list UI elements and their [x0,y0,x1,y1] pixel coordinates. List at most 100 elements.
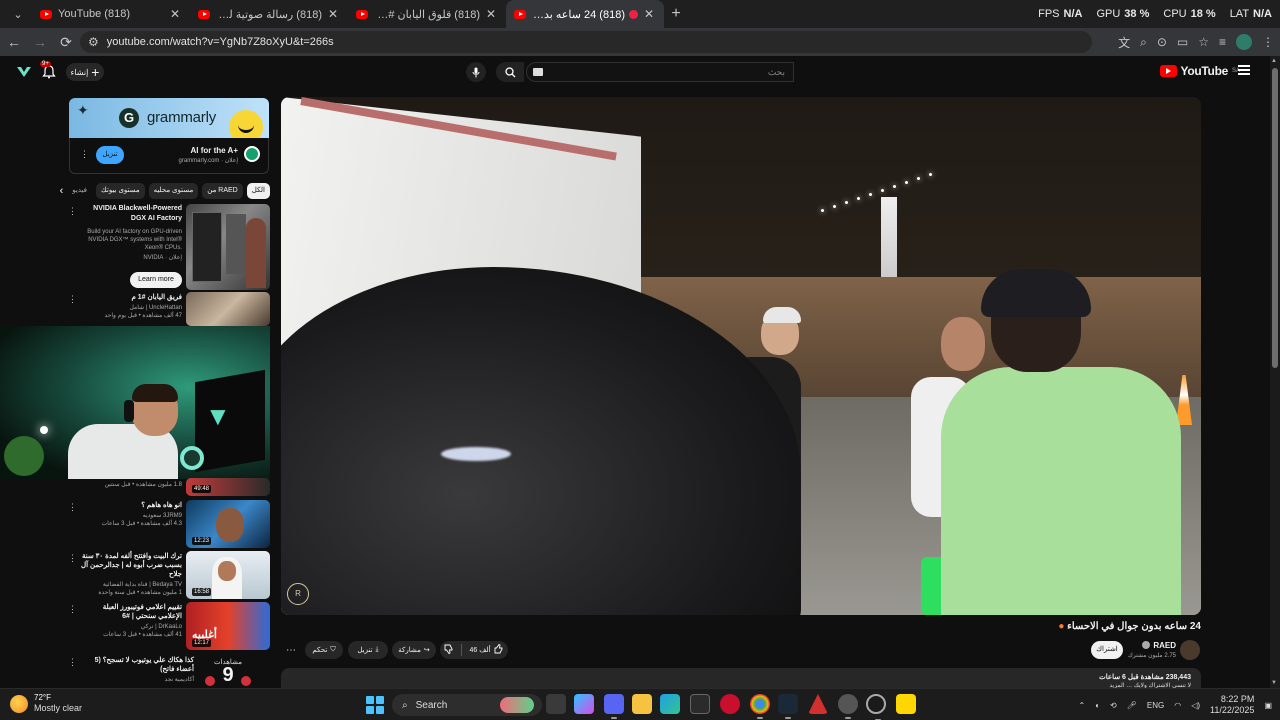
create-button[interactable]: إنشاء + [66,63,104,81]
share-button[interactable]: مشاركة ↪ [392,641,436,659]
scroll-up-icon[interactable]: ▲ [1271,58,1277,64]
rec-item[interactable]: كذا هكاك علي يوتيوب لا تسجح؟ (5 أعضاء فا… [66,655,196,687]
search-button[interactable] [496,62,524,82]
rec-title[interactable]: فريق اليابان #1 م [80,293,182,302]
rec-more-icon[interactable]: ⋮ [68,502,77,513]
youtube-logo[interactable]: YouTube SA [1159,64,1240,78]
taskbar-search[interactable]: ⌕ Search [392,694,542,716]
clip-button[interactable]: تحكم ⛉ [305,641,343,659]
download-button[interactable]: تنزيل ⤓ [348,641,388,659]
rec-item[interactable]: أغلبيه 12:17 تقييم اعلامي فوتيبورز العبل… [66,602,270,650]
page-scrollbar[interactable]: ▲ ▼ [1270,56,1280,688]
ad-more-icon[interactable]: ⋮ [80,149,89,160]
rec-item[interactable]: 16:58 ترك البيت وافتتح ألفه لمدة ٣٠ سنة … [66,551,270,599]
google-lens-icon[interactable]: ⊙ [1157,35,1167,49]
subscribe-button[interactable]: اشتراك [1091,641,1123,659]
keyboard-icon[interactable] [533,68,543,76]
copilot-icon[interactable] [574,694,594,714]
guide-menu-icon[interactable] [1238,65,1250,75]
scroll-down-icon[interactable]: ▼ [1271,680,1277,686]
channel-watermark-icon[interactable]: R [287,583,309,605]
discord-icon[interactable] [604,694,624,719]
nvidia-ad[interactable]: NVIDIA Blackwell-Powered DGX AI Factory … [66,204,270,290]
rec-channel[interactable]: DrKaaLo | تركي [80,623,182,630]
like-count[interactable]: 46 ألف [469,646,490,654]
dislike-icon[interactable] [444,644,454,656]
video-player[interactable]: R [281,97,1201,615]
rec-more-icon[interactable]: ⋮ [68,294,77,305]
learn-more-button[interactable]: Learn more [130,272,182,288]
chip-home[interactable]: مستوى بيوتك [95,182,145,199]
description-box[interactable]: 238,443 مشاهدة قبل 6 ساعات لا تنسى الاشت… [281,668,1201,690]
channel-name[interactable]: RAED [1142,641,1176,650]
tab-current-video[interactable]: (818) 24 ساعه بدون جوال في ✕ [506,0,664,28]
obs-icon[interactable] [866,694,886,720]
input-language[interactable]: ENG [1147,701,1164,710]
adobe-icon[interactable] [808,694,828,714]
channel-avatar[interactable] [1180,640,1200,660]
translate-icon[interactable]: 文 [1118,34,1130,51]
tray-app-icon[interactable]: ◐ [1095,701,1100,710]
profile-avatar-icon[interactable] [1236,34,1252,50]
back-button[interactable]: ← [2,30,26,54]
rec-item[interactable]: 49:48 1.8 مليون مشاهدة • قبل سنتين [66,478,270,496]
edge-icon[interactable] [660,694,680,714]
nvidia-ad-thumbnail[interactable] [186,204,270,290]
chip-videos[interactable]: فيديو [67,183,92,199]
rec-item[interactable]: فريق اليابان #1 م UncleHattan | شامل 47 … [66,292,270,326]
tab-youtube-home[interactable]: (818) YouTube ✕ [32,0,190,28]
tray-mic-icon[interactable]: 🎤︎ [1127,701,1137,710]
close-tab-icon[interactable]: ✕ [484,7,498,21]
omnibox[interactable]: ⚙ youtube.com/watch?v=YgNb7Z8oXyU&t=266s [80,31,1092,53]
rec-channel[interactable]: Bedaya TV | قناة بداية الفضائية [80,581,182,588]
close-tab-icon[interactable]: ✕ [168,7,182,21]
ad-download-button[interactable]: تنزيل [96,146,124,164]
grammarly-ad-banner[interactable]: ✦ G grammarly [69,98,269,138]
opera-icon[interactable] [720,694,740,714]
chrome-icon[interactable] [750,694,770,719]
store-icon[interactable] [690,694,710,714]
account-avatar-icon[interactable] [16,65,32,79]
cast-icon[interactable]: ▭ [1177,35,1188,49]
notification-center-icon[interactable]: ▣ [1264,701,1272,710]
chip-from-raed[interactable]: من RAED [202,182,243,199]
rec-title[interactable]: انو هاه هاهم ؟ [80,501,182,510]
file-explorer-icon[interactable] [632,694,652,714]
sticky-notes-icon[interactable] [896,694,916,714]
rec-thumbnail[interactable] [186,292,270,326]
taskbar-clock[interactable]: 8:22 PM 11/22/2025 [1210,694,1254,716]
chips-next-chevron-icon[interactable]: ‹ [60,185,64,197]
steam-icon[interactable] [778,694,798,719]
rec-title[interactable]: كذا هكاك علي يوتيوب لا تسجح؟ (5 أعضاء فا… [80,656,194,674]
chip-local[interactable]: مستوى محليه [148,182,199,199]
rec-more-icon[interactable]: ⋮ [68,553,77,564]
site-info-icon[interactable]: ⚙ [88,35,99,49]
nvidia-ad-title[interactable]: NVIDIA Blackwell-Powered DGX AI Factory [80,204,182,224]
volume-icon[interactable]: ◁) [1191,701,1200,710]
reading-list-icon[interactable]: ≡ [1219,35,1226,49]
more-actions-button[interactable]: ⋯ [282,641,300,659]
rec-channel[interactable]: UncleHattan | شامل [80,304,182,311]
close-tab-icon[interactable]: ✕ [326,7,340,21]
reload-button[interactable]: ⟳ [54,30,78,54]
nvidia-ad-more-icon[interactable]: ⋮ [68,206,77,217]
task-view-icon[interactable] [546,694,566,714]
close-tab-icon[interactable]: ✕ [642,7,656,21]
bookmark-star-icon[interactable]: ☆ [1198,35,1209,49]
tray-sync-icon[interactable]: ⟲ [1110,701,1117,710]
settings-icon[interactable] [838,694,858,719]
chrome-menu-icon[interactable]: ⋮ [1262,35,1274,49]
tab-search-button[interactable]: ⌄ [4,3,32,25]
rec-channel[interactable]: أكاديمية نجد [80,676,194,683]
forward-button[interactable]: → [28,30,52,54]
rec-title[interactable]: تقييم اعلامي فوتيبورز العبلة الإعلامي سن… [80,603,182,621]
rec-channel[interactable]: 3JRM9 سعوديه [80,512,182,519]
search-input[interactable]: بحث [526,62,794,82]
voice-search-button[interactable] [466,62,486,82]
rec-more-icon[interactable]: ⋮ [68,657,77,668]
notifications-bell-icon[interactable]: 9+ [40,61,56,79]
chip-all[interactable]: الكل [246,182,270,199]
tray-chevron-icon[interactable]: ⌃ [1078,701,1085,710]
wifi-icon[interactable]: ◠ [1174,701,1181,710]
weather-widget[interactable]: 72°F Mostly clear [10,693,82,714]
